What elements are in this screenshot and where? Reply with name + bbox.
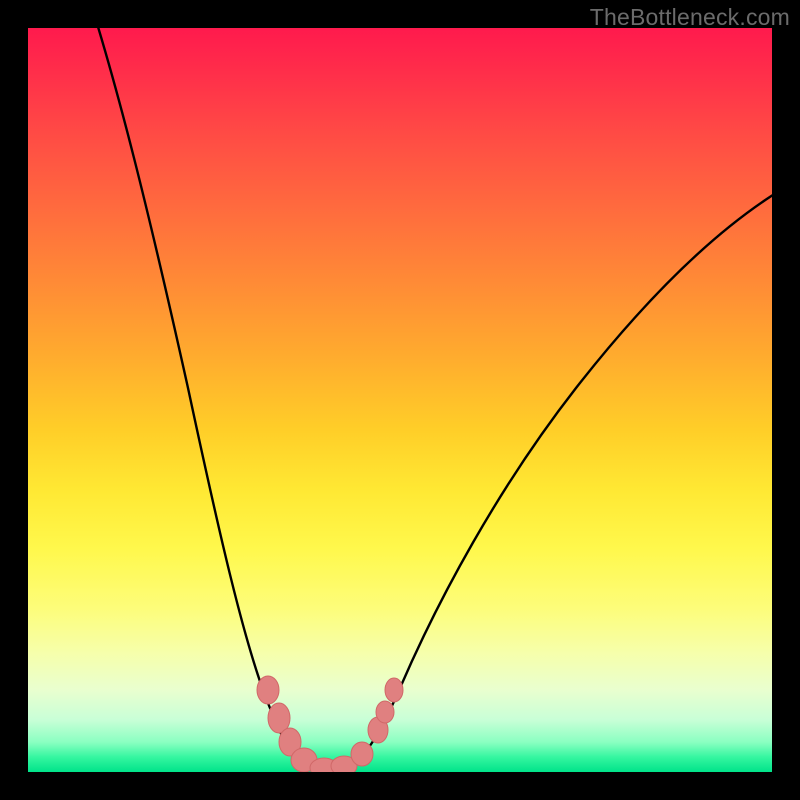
marker-dot bbox=[376, 701, 394, 723]
curve-layer bbox=[28, 28, 772, 772]
marker-dot bbox=[351, 742, 373, 766]
marker-dot bbox=[385, 678, 403, 702]
bottleneck-curve-left bbox=[86, 28, 328, 770]
watermark-text: TheBottleneck.com bbox=[590, 4, 790, 31]
marker-dot bbox=[257, 676, 279, 704]
chart-frame: TheBottleneck.com bbox=[0, 0, 800, 800]
plot-area bbox=[28, 28, 772, 772]
marker-group bbox=[257, 676, 403, 772]
